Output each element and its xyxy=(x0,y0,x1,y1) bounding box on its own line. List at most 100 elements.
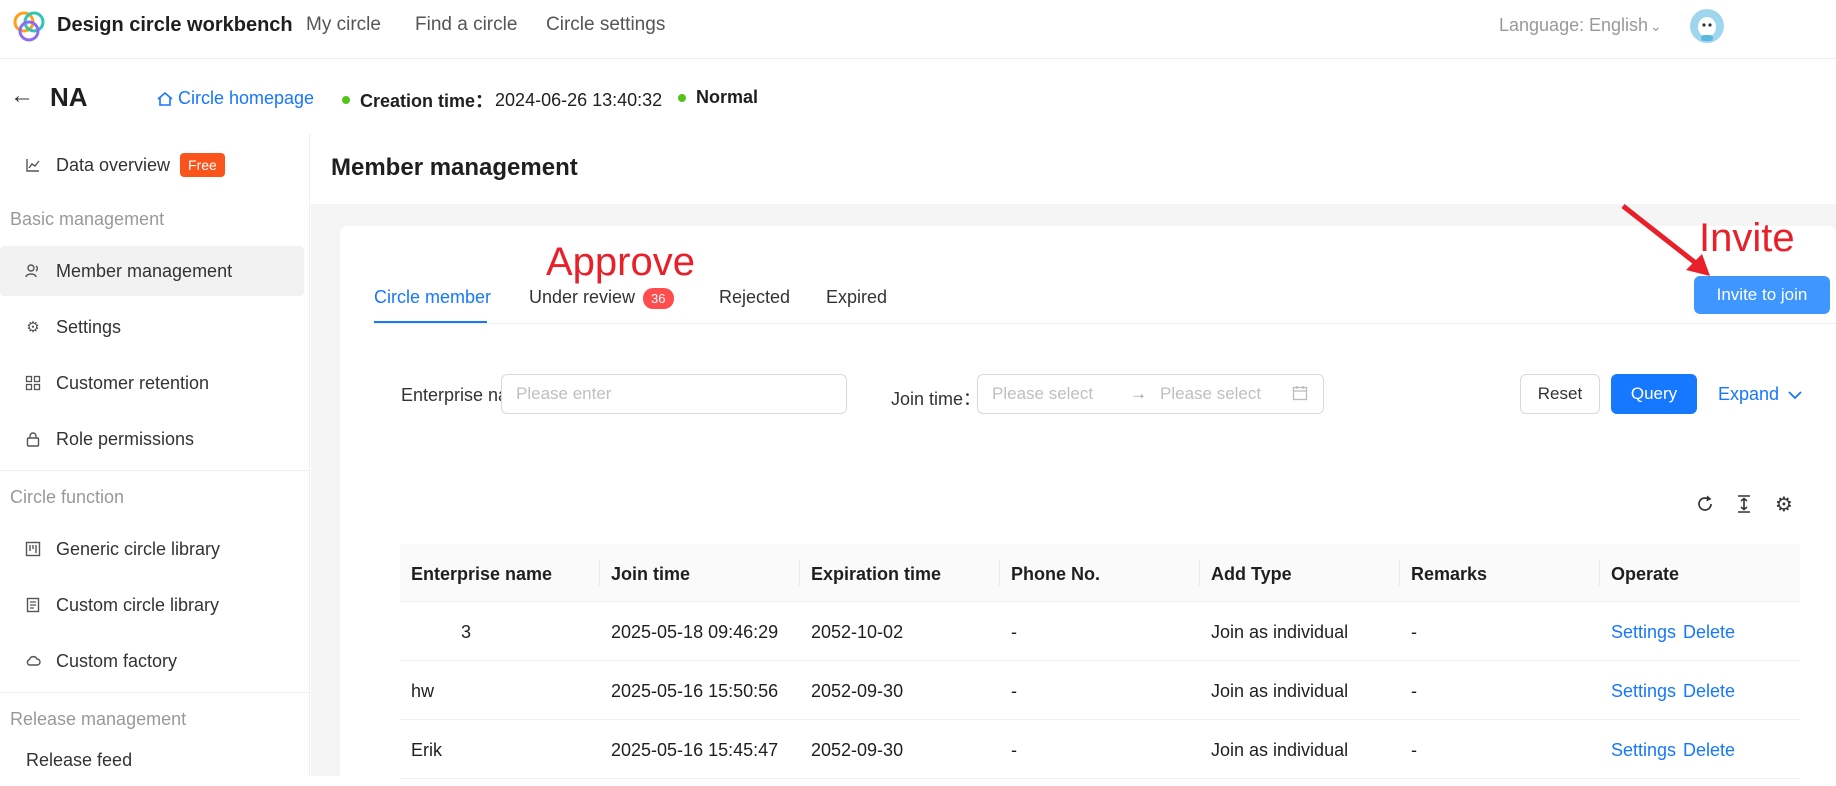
logo-icon xyxy=(13,11,45,42)
cell-join-time: 2025-05-16 15:45:47 xyxy=(611,740,779,760)
cell-join-time: 2025-05-18 09:46:29 xyxy=(611,622,779,642)
reset-button[interactable]: Reset xyxy=(1520,374,1600,414)
cell-add-type: Join as individual xyxy=(1211,681,1349,701)
query-button[interactable]: Query xyxy=(1611,374,1697,414)
sidebar-divider xyxy=(0,470,310,471)
home-icon xyxy=(157,91,173,106)
tab-rejected[interactable]: Rejected xyxy=(719,287,790,308)
settings-link[interactable]: Settings xyxy=(1611,681,1676,702)
chevron-down-icon xyxy=(1788,390,1802,399)
sidebar-item-label: Custom circle library xyxy=(56,594,220,615)
members-icon xyxy=(24,262,42,280)
join-time-label: Join time： xyxy=(891,389,982,409)
expand-label: Expand xyxy=(1718,384,1780,404)
sidebar-divider xyxy=(0,692,310,693)
cell-expiration-time: 2052-09-30 xyxy=(811,740,904,760)
range-arrow-icon: → xyxy=(1130,384,1147,403)
robot-avatar-icon xyxy=(1698,17,1716,41)
enterprise-name-label: Enterprise na xyxy=(401,385,509,405)
status-dot-icon xyxy=(342,96,350,104)
enterprise-name-input[interactable]: Please enter xyxy=(501,374,847,414)
page-title: Member management xyxy=(331,154,578,181)
sidebar-item-label: Release feed xyxy=(26,750,133,770)
circle-homepage-link[interactable]: Circle homepage xyxy=(156,88,314,109)
sidebar-item-custom-circle-library[interactable]: Custom circle library xyxy=(0,580,304,630)
sidebar: Data overview Free Basic management Memb… xyxy=(0,134,310,776)
column-height-icon[interactable] xyxy=(1732,492,1756,516)
cloud-icon xyxy=(24,652,42,670)
cell-remarks: - xyxy=(1411,740,1417,760)
tabs-divider xyxy=(374,323,1836,324)
language-select[interactable]: English xyxy=(1589,15,1648,36)
invite-to-join-button[interactable]: Invite to join xyxy=(1694,276,1830,314)
sidebar-item-label: Customer retention xyxy=(56,372,210,393)
nav-find-circle[interactable]: Find a circle xyxy=(415,14,517,36)
gear-icon: ⚙ xyxy=(26,319,40,336)
expand-toggle[interactable]: Expand xyxy=(1718,384,1803,405)
join-time-range-picker[interactable]: Please select → Please select xyxy=(977,374,1324,414)
back-arrow-icon[interactable]: ← xyxy=(10,82,34,110)
circle-homepage-label: Circle homepage xyxy=(178,88,315,108)
sidebar-item-label: Member management xyxy=(56,260,233,281)
table-row: 3 2025-05-18 09:46:29 2052-10-02 - Join … xyxy=(400,603,1800,661)
nav-my-circle[interactable]: My circle xyxy=(306,14,381,36)
sidebar-item-label: Settings xyxy=(56,316,122,337)
creation-time: Creation time： 2024-06-26 13:40:32 xyxy=(342,87,662,113)
column-separator xyxy=(1599,560,1600,586)
cell-enterprise-name: hw xyxy=(411,681,435,701)
cell-add-type: Join as individual xyxy=(1211,740,1349,760)
delete-link[interactable]: Delete xyxy=(1683,681,1735,702)
refresh-icon[interactable] xyxy=(1693,492,1717,516)
sidebar-group-title: Basic management xyxy=(10,209,165,229)
top-bar: Design circle workbench My circle Find a… xyxy=(0,0,1836,59)
cell-phone: - xyxy=(1011,681,1017,701)
sidebar-item-data-overview[interactable]: Data overview Free xyxy=(0,140,304,190)
start-date-placeholder: Please select xyxy=(992,384,1094,403)
table-row: hw 2025-05-16 15:50:56 2052-09-30 - Join… xyxy=(400,662,1800,720)
settings-link[interactable]: Settings xyxy=(1611,622,1676,643)
sidebar-item-customer-retention[interactable]: Customer retention xyxy=(0,358,304,408)
delete-link[interactable]: Delete xyxy=(1683,622,1735,643)
annotation-approve: Approve xyxy=(546,240,695,284)
nav-circle-settings[interactable]: Circle settings xyxy=(546,14,665,36)
column-header: Enterprise name xyxy=(411,564,553,584)
app-title: Design circle workbench xyxy=(57,14,293,36)
tab-expired[interactable]: Expired xyxy=(826,287,887,308)
cell-expiration-time: 2052-10-02 xyxy=(811,622,904,642)
cell-phone: - xyxy=(1011,622,1017,642)
column-separator xyxy=(999,560,1000,586)
calendar-icon xyxy=(1292,385,1308,406)
chevron-down-icon[interactable]: ⌄ xyxy=(1650,18,1662,35)
sidebar-item-label: Role permissions xyxy=(56,428,195,449)
cell-expiration-time: 2052-09-30 xyxy=(811,681,904,701)
review-count-badge: 36 xyxy=(643,287,674,309)
sidebar-item-release-feed[interactable]: Release feed xyxy=(0,746,304,776)
delete-link[interactable]: Delete xyxy=(1683,740,1735,761)
gear-icon[interactable]: ⚙ xyxy=(1772,492,1796,516)
sidebar-group-title: Circle function xyxy=(10,487,125,507)
tab-under-review[interactable]: Under review 36 xyxy=(529,287,674,309)
cell-remarks: - xyxy=(1411,622,1417,642)
sidebar-item-role-permissions[interactable]: Role permissions xyxy=(0,414,304,464)
grid-icon xyxy=(24,374,42,392)
tab-label: Under review xyxy=(529,287,636,307)
free-badge: Free xyxy=(180,153,225,177)
settings-link[interactable]: Settings xyxy=(1611,740,1676,761)
column-separator xyxy=(799,560,800,586)
language-label: Language: xyxy=(1499,15,1585,35)
sidebar-item-member-management[interactable]: Member management xyxy=(0,246,304,296)
status-dot-icon xyxy=(678,93,686,102)
sidebar-item-generic-circle-library[interactable]: Generic circle library xyxy=(0,524,304,574)
cell-join-time: 2025-05-16 15:50:56 xyxy=(611,681,779,701)
tab-circle-member[interactable]: Circle member xyxy=(374,287,491,308)
sidebar-item-custom-factory[interactable]: Custom factory xyxy=(0,636,304,686)
column-header: Expiration time xyxy=(811,564,942,584)
page-header: Member management xyxy=(311,134,1836,204)
avatar[interactable] xyxy=(1690,9,1724,43)
sidebar-item-settings[interactable]: ⚙ Settings xyxy=(0,302,304,352)
sidebar-item-label: Data overview xyxy=(56,154,171,175)
column-separator xyxy=(1199,560,1200,586)
annotation-arrow-icon xyxy=(1621,204,1710,276)
sidebar-item-label: Generic circle library xyxy=(56,538,221,559)
cell-enterprise-name: 3 xyxy=(461,622,472,642)
